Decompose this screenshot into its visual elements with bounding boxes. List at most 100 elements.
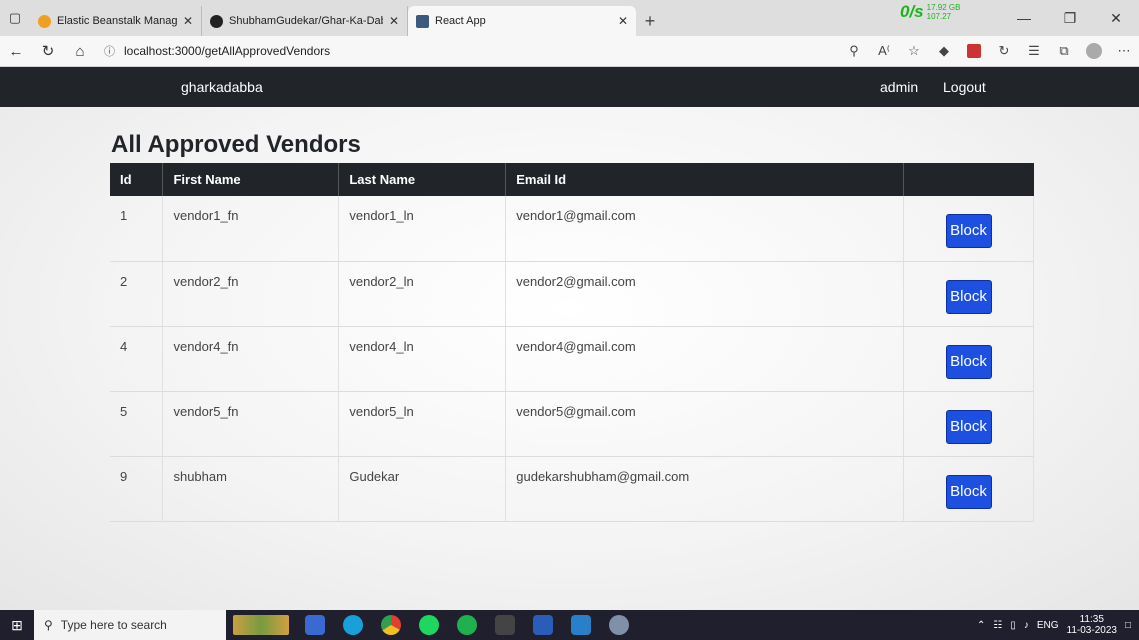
- home-icon[interactable]: ⌂: [64, 37, 96, 65]
- profile-avatar-icon[interactable]: [1079, 37, 1109, 65]
- mongodb-compass-icon[interactable]: [448, 610, 486, 640]
- info-icon[interactable]: ⓘ: [104, 43, 124, 59]
- close-icon[interactable]: ✕: [618, 14, 628, 28]
- table-row: 9 shubham Gudekar gudekarshubham@gmail.c…: [110, 456, 1034, 522]
- vscode-icon[interactable]: [562, 610, 600, 640]
- block-button[interactable]: Block: [945, 409, 992, 444]
- table-row: 5 vendor5_fn vendor5_ln vendor5@gmail.co…: [110, 391, 1034, 457]
- page-title: All Approved Vendors: [111, 131, 361, 158]
- network-rate: 0/s: [900, 2, 924, 21]
- language-indicator[interactable]: ENG: [1037, 620, 1059, 631]
- new-tab-button[interactable]: +: [636, 6, 664, 36]
- header-first-name: First Name: [162, 163, 340, 196]
- cell-first-name: vendor4_fn: [162, 326, 340, 392]
- more-menu-icon[interactable]: ⋯: [1109, 37, 1139, 65]
- chevron-up-icon[interactable]: ⌃: [977, 620, 985, 631]
- tab-title: React App: [435, 15, 486, 27]
- minimize-icon[interactable]: —: [1001, 0, 1047, 36]
- favorites-bar-icon[interactable]: ☰: [1019, 37, 1049, 65]
- network-icon[interactable]: ☷: [993, 620, 1002, 631]
- extension-icon[interactable]: ◆: [929, 37, 959, 65]
- notifications-icon[interactable]: □: [1125, 620, 1131, 631]
- cell-id: 2: [110, 261, 164, 327]
- windows-start-icon[interactable]: ⊞: [0, 610, 34, 640]
- clock-time: 11:35: [1079, 614, 1104, 625]
- search-page-icon[interactable]: ⚲: [839, 37, 869, 65]
- url-text: localhost:3000/getAllApprovedVendors: [124, 44, 331, 58]
- battery-icon[interactable]: ▯: [1010, 620, 1016, 631]
- tab-title: ShubhamGudekar/Ghar-Ka-Dab: [229, 15, 383, 27]
- tab-github[interactable]: ShubhamGudekar/Ghar-Ka-Dab ✕: [202, 6, 408, 36]
- file-explorer-icon[interactable]: [296, 610, 334, 640]
- network-stats: 17.92 GB 107.27: [927, 3, 961, 21]
- aws-favicon-icon: [38, 14, 51, 28]
- word-icon[interactable]: [524, 610, 562, 640]
- terminal-icon[interactable]: [486, 610, 524, 640]
- paint-icon[interactable]: [600, 610, 638, 640]
- block-button[interactable]: Block: [945, 474, 992, 509]
- cell-email: vendor1@gmail.com: [505, 196, 905, 262]
- header-email: Email Id: [505, 163, 905, 196]
- system-tray: ⌃ ☷ ▯ ♪ ENG 11:35 11-03-2023 □: [977, 614, 1139, 636]
- extension-red-icon[interactable]: [959, 37, 989, 65]
- app-navbar: gharkadabba admin Logout: [0, 67, 1139, 107]
- logout-link[interactable]: Logout: [943, 79, 986, 95]
- close-icon[interactable]: ✕: [389, 14, 399, 28]
- table-row: 2 vendor2_fn vendor2_ln vendor2@gmail.co…: [110, 261, 1034, 327]
- volume-icon[interactable]: ♪: [1024, 620, 1029, 631]
- block-button[interactable]: Block: [945, 214, 992, 248]
- favorite-icon[interactable]: ☆: [899, 37, 929, 65]
- cell-action: Block: [903, 261, 1034, 327]
- url-input[interactable]: ⓘ localhost:3000/getAllApprovedVendors: [104, 39, 784, 63]
- window-controls: — ❐ ✕: [1001, 0, 1139, 36]
- network-total: 17.92 GB: [926, 3, 961, 12]
- cell-email: vendor2@gmail.com: [505, 261, 905, 327]
- block-button[interactable]: Block: [945, 344, 992, 379]
- admin-link[interactable]: admin: [880, 79, 918, 95]
- taskbar-search-input[interactable]: ⚲ Type here to search: [34, 610, 226, 640]
- cell-first-name: vendor5_fn: [162, 391, 340, 457]
- close-icon[interactable]: ✕: [183, 14, 193, 28]
- cell-first-name: vendor2_fn: [162, 261, 340, 327]
- block-button[interactable]: Block: [945, 279, 992, 314]
- cell-last-name: vendor1_ln: [338, 196, 507, 262]
- github-favicon-icon: [210, 14, 223, 28]
- restore-icon[interactable]: ❐: [1047, 0, 1093, 36]
- header-id: Id: [110, 163, 164, 196]
- cell-email: gudekarshubham@gmail.com: [505, 456, 905, 522]
- chrome-icon[interactable]: [372, 610, 410, 640]
- edge-icon[interactable]: [334, 610, 372, 640]
- header-action: [903, 163, 1034, 196]
- table-row: 1 vendor1_fn vendor1_ln vendor1@gmail.co…: [110, 196, 1034, 262]
- widgets-icon[interactable]: [226, 610, 296, 640]
- spotify-icon[interactable]: [410, 610, 448, 640]
- cell-last-name: Gudekar: [338, 456, 507, 522]
- read-aloud-icon[interactable]: A⁽: [869, 37, 899, 65]
- address-bar: ← ↻ ⌂ ⓘ localhost:3000/getAllApprovedVen…: [0, 36, 1139, 67]
- cell-action: Block: [903, 196, 1034, 262]
- tab-react-app[interactable]: React App ✕: [408, 6, 636, 36]
- back-icon[interactable]: ←: [0, 37, 32, 65]
- cell-email: vendor5@gmail.com: [505, 391, 905, 457]
- cell-id: 4: [110, 326, 164, 392]
- clock-date: 11-03-2023: [1066, 625, 1117, 636]
- windows-taskbar: ⊞ ⚲ Type here to search ⌃ ☷ ▯ ♪ ENG 11:3…: [0, 610, 1139, 640]
- collections-icon[interactable]: ⧉: [1049, 37, 1079, 65]
- search-placeholder: Type here to search: [60, 618, 167, 632]
- cell-action: Block: [903, 326, 1034, 392]
- cell-first-name: vendor1_fn: [162, 196, 340, 262]
- brand-link[interactable]: gharkadabba: [181, 79, 263, 95]
- close-window-icon[interactable]: ✕: [1093, 0, 1139, 36]
- refresh-extension-icon[interactable]: ↻: [989, 37, 1019, 65]
- cell-last-name: vendor4_ln: [338, 326, 507, 392]
- browser-toolbar: ⚲ A⁽ ☆ ◆ ↻ ☰ ⧉ ⋯: [839, 37, 1139, 65]
- table-header-row: Id First Name Last Name Email Id: [110, 163, 1034, 196]
- cell-id: 9: [110, 456, 164, 522]
- network-monitor: 0/s 17.92 GB 107.27: [900, 2, 960, 22]
- network-sub: 107.27: [926, 12, 952, 21]
- tab-title: Elastic Beanstalk Management C: [57, 15, 177, 27]
- clock[interactable]: 11:35 11-03-2023: [1067, 614, 1117, 636]
- tab-actions-icon[interactable]: ▢: [0, 0, 30, 36]
- tab-elastic-beanstalk[interactable]: Elastic Beanstalk Management C ✕: [30, 6, 202, 36]
- refresh-icon[interactable]: ↻: [32, 37, 64, 65]
